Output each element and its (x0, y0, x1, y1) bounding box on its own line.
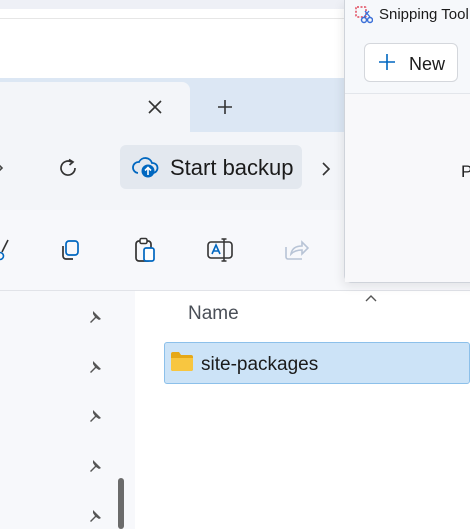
pin-icon (86, 507, 104, 525)
paste-button[interactable] (130, 235, 160, 265)
refresh-icon (60, 158, 76, 176)
snipping-tool-app-icon (355, 6, 374, 24)
paste-icon (135, 237, 155, 262)
pin-icon (86, 457, 104, 475)
new-tab-button[interactable] (210, 92, 240, 122)
cloud-backup-icon (131, 154, 159, 180)
pin-icon (86, 358, 104, 376)
new-snip-label: New (409, 54, 446, 74)
column-header-name[interactable]: Name (188, 303, 239, 325)
snipping-tool-title: Snipping Tool (379, 6, 469, 23)
start-backup-label: Start backup (170, 155, 294, 180)
share-button[interactable] (282, 236, 310, 264)
snipping-tool-partial-text: P (461, 162, 470, 181)
navigation-pane (0, 291, 135, 529)
pin-icon (86, 407, 104, 425)
share-icon (285, 240, 309, 260)
rename-button[interactable] (204, 235, 236, 265)
pin-icon (86, 308, 104, 326)
more-locations-button[interactable] (316, 158, 336, 180)
refresh-button[interactable] (54, 154, 82, 182)
tab-close-button[interactable] (140, 92, 170, 122)
folder-icon (170, 351, 194, 373)
cut-icon[interactable] (0, 237, 10, 263)
file-name: site-packages (201, 354, 319, 375)
rename-icon (207, 238, 233, 262)
nav-pane-scrollbar[interactable] (118, 478, 124, 529)
copy-button[interactable] (56, 236, 84, 264)
sort-chevron-up-icon[interactable] (364, 290, 378, 302)
copy-icon (62, 240, 79, 260)
forward-arrow-icon[interactable] (0, 160, 6, 176)
close-icon (148, 100, 162, 114)
snipping-tool-body (345, 94, 470, 282)
plus-icon (218, 100, 232, 114)
plus-icon (377, 52, 397, 72)
chevron-right-icon (322, 162, 331, 176)
